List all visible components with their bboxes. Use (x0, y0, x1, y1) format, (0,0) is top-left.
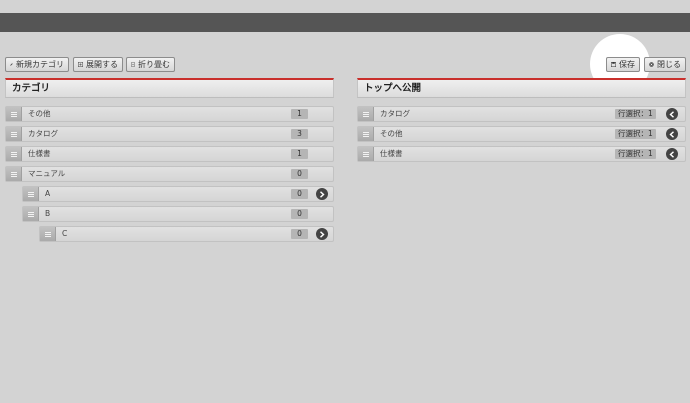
category-count: 3 (291, 129, 308, 139)
category-count: 0 (291, 209, 308, 219)
category-panel-title: カテゴリ (5, 78, 334, 98)
category-label: A (45, 189, 51, 198)
chevron-left-icon[interactable] (666, 108, 678, 120)
save-icon (611, 62, 616, 67)
save-label: 保存 (619, 60, 635, 69)
expand-label: 展開する (86, 60, 118, 69)
category-label: その他 (28, 109, 51, 118)
pencil-icon (10, 63, 13, 66)
chevron-left-icon[interactable] (666, 128, 678, 140)
public-row[interactable]: 仕様書 行選択：1 (357, 146, 686, 162)
public-row[interactable]: カタログ 行選択：1 (357, 106, 686, 122)
row-select-badge: 行選択：1 (615, 109, 656, 119)
category-row[interactable]: C 0 (39, 226, 334, 242)
new-category-label: 新規カテゴリ (16, 60, 64, 69)
save-button[interactable]: 保存 (606, 57, 640, 72)
drag-handle-icon[interactable] (6, 167, 22, 181)
chevron-right-icon[interactable] (316, 228, 328, 240)
category-label: マニュアル (28, 169, 66, 178)
category-row[interactable]: カタログ 3 (5, 126, 334, 142)
new-category-button[interactable]: 新規カテゴリ (5, 57, 69, 72)
collapse-label: 折り畳む (138, 60, 170, 69)
category-label: カタログ (28, 129, 58, 138)
drag-handle-icon[interactable] (40, 227, 56, 241)
category-row[interactable]: B 0 (22, 206, 334, 222)
row-select-badge: 行選択：1 (615, 129, 656, 139)
drag-handle-icon[interactable] (6, 107, 22, 121)
category-row[interactable]: A 0 (22, 186, 334, 202)
drag-handle-icon[interactable] (23, 207, 39, 221)
category-count: 0 (291, 169, 308, 179)
category-label: 仕様書 (28, 149, 51, 158)
chevron-left-icon[interactable] (666, 148, 678, 160)
close-button[interactable]: 閉じる (644, 57, 686, 72)
public-row[interactable]: その他 行選択：1 (357, 126, 686, 142)
drag-handle-icon[interactable] (23, 187, 39, 201)
top-bar (0, 13, 690, 32)
category-row[interactable]: マニュアル 0 (5, 166, 334, 182)
expand-button[interactable]: 展開する (73, 57, 123, 72)
row-select-badge: 行選択：1 (615, 149, 656, 159)
category-count: 0 (291, 229, 308, 239)
close-circle-icon (649, 62, 654, 67)
public-label: 仕様書 (380, 149, 403, 158)
public-label: カタログ (380, 109, 410, 118)
plus-box-icon (78, 62, 83, 67)
category-label: B (45, 209, 51, 218)
category-label: C (62, 229, 68, 238)
chevron-right-icon[interactable] (316, 188, 328, 200)
category-row[interactable]: その他 1 (5, 106, 334, 122)
drag-handle-icon[interactable] (6, 127, 22, 141)
drag-handle-icon[interactable] (358, 107, 374, 121)
drag-handle-icon[interactable] (358, 127, 374, 141)
close-label: 閉じる (657, 60, 681, 69)
public-label: その他 (380, 129, 403, 138)
category-row[interactable]: 仕様書 1 (5, 146, 334, 162)
public-panel-title: トップへ公開 (357, 78, 686, 98)
category-count: 0 (291, 189, 308, 199)
collapse-button[interactable]: 折り畳む (126, 57, 175, 72)
category-count: 1 (291, 109, 308, 119)
category-count: 1 (291, 149, 308, 159)
drag-handle-icon[interactable] (358, 147, 374, 161)
minus-box-icon (131, 62, 135, 67)
drag-handle-icon[interactable] (6, 147, 22, 161)
